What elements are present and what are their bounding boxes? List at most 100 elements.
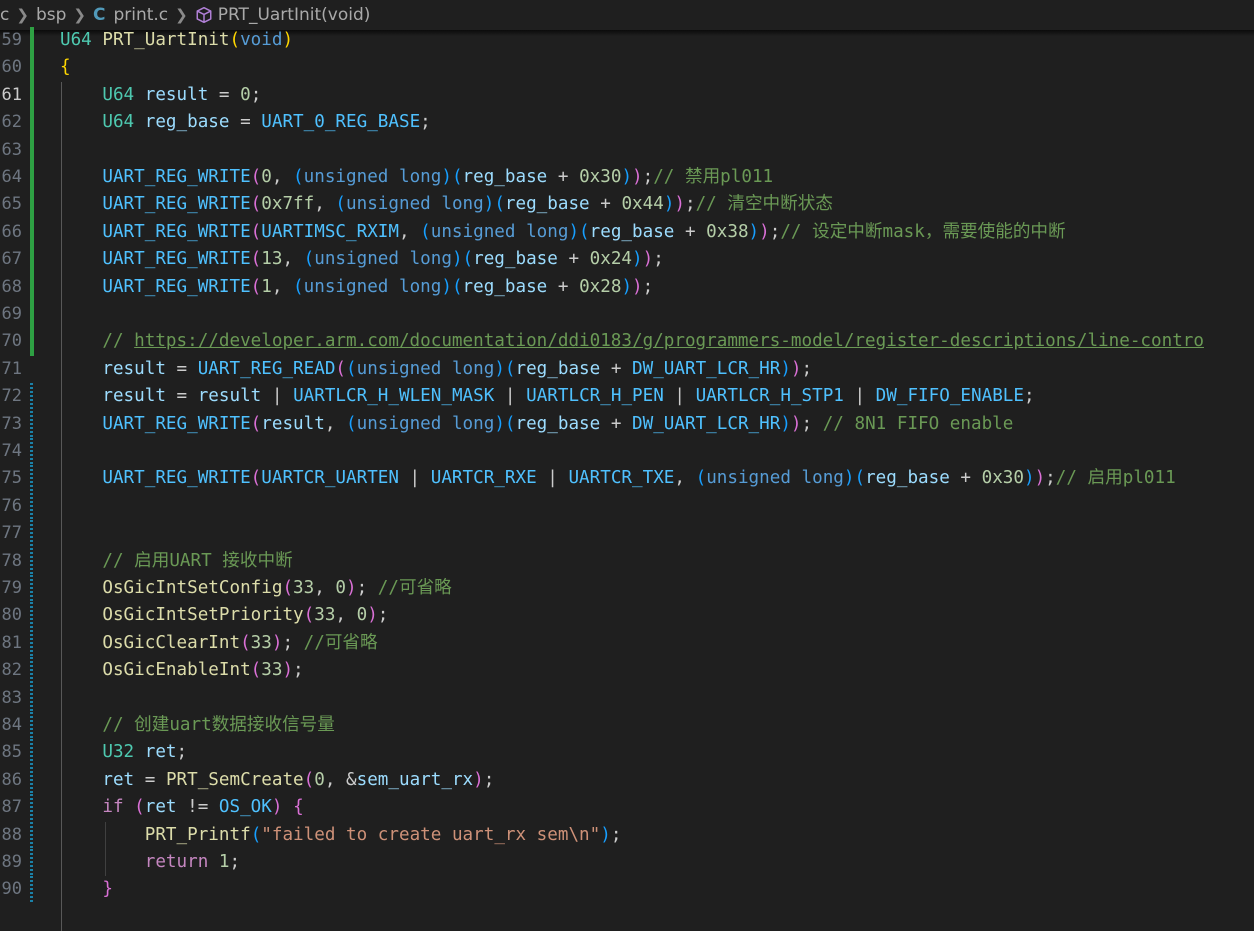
code-text[interactable]: UART_REG_WRITE(13, (unsigned long)(reg_b… (60, 246, 663, 273)
code-line[interactable]: 76 (0, 492, 1254, 521)
code-text[interactable]: // 创建uart数据接收信号量 (60, 712, 335, 739)
gutter-change-marker[interactable] (30, 684, 33, 712)
code-line[interactable]: 65 UART_REG_WRITE(0x7ff, (unsigned long)… (0, 191, 1254, 219)
code-line[interactable]: 88 PRT_Printf("failed to create uart_rx … (0, 821, 1254, 849)
code-text[interactable]: PRT_Printf("failed to create uart_rx sem… (60, 822, 622, 849)
breadcrumb-item-file[interactable]: C print.c (93, 5, 168, 25)
code-text[interactable]: ret = PRT_SemCreate(0, &sem_uart_rx); (60, 767, 494, 794)
gutter-change-marker[interactable] (30, 575, 33, 603)
code-text[interactable]: U64 reg_base = UART_0_REG_BASE; (60, 109, 430, 136)
code-editor[interactable]: 59 U64 PRT_UartInit(void) 60{61 U64 result… (0, 27, 1254, 931)
gutter-change-marker[interactable] (30, 849, 33, 877)
gutter-change-marker[interactable] (30, 876, 33, 904)
code-line[interactable]: 79 OsGicIntSetConfig(33, 0); //可省略 (0, 575, 1254, 603)
code-text[interactable]: if (ret != OS_OK) { (60, 794, 303, 821)
gutter-change-marker[interactable] (30, 547, 33, 575)
code-text[interactable]: OsGicEnableInt(33); (60, 657, 303, 684)
code-line[interactable]: 78 // 启用UART 接收中断 (0, 547, 1254, 575)
gutter-change-marker[interactable] (30, 794, 33, 822)
code-text[interactable]: result = result | UARTLCR_H_WLEN_MASK | … (60, 383, 1034, 410)
code-line[interactable]: 71 result = UART_REG_READ((unsigned long… (0, 356, 1254, 383)
code-line[interactable]: 69 (0, 301, 1254, 329)
gutter-change-marker[interactable] (30, 328, 34, 356)
code-line[interactable]: 80 OsGicIntSetPriority(33, 0); (0, 602, 1254, 630)
gutter-change-marker[interactable] (30, 218, 34, 247)
breadcrumb-item-folder-c[interactable]: c (0, 5, 9, 25)
gutter-change-marker[interactable] (30, 54, 34, 82)
code-line[interactable]: 89 return 1; (0, 849, 1254, 877)
code-text[interactable]: { (60, 54, 71, 81)
gutter-change-marker[interactable] (30, 136, 34, 164)
gutter-change-marker[interactable] (30, 657, 33, 685)
code-line[interactable]: 60 { (0, 54, 1254, 82)
code-line[interactable]: 59 U64 PRT_UartInit(void) (0, 27, 1254, 55)
gutter-change-marker[interactable] (30, 410, 33, 438)
gutter-change-marker[interactable] (30, 629, 33, 658)
code-text[interactable]: UART_REG_WRITE(UARTCR_UARTEN | UARTCR_RX… (60, 465, 1175, 492)
code-line[interactable]: 64 UART_REG_WRITE(0, (unsigned long)(reg… (0, 164, 1254, 192)
code-text[interactable]: U32 ret; (60, 739, 187, 766)
code-text[interactable]: // https://developer.arm.com/documentati… (60, 328, 1204, 355)
gutter-change-marker[interactable] (30, 246, 34, 274)
code-line[interactable]: 62 U64 reg_base = UART_0_REG_BASE; (0, 109, 1254, 137)
code-text[interactable]: U64 result = 0; (60, 82, 261, 109)
code-line[interactable]: 84 // 创建uart数据接收信号量 (0, 712, 1254, 740)
code-line[interactable]: 85 U32 ret; (0, 739, 1254, 767)
code-text[interactable]: UART_REG_WRITE(result, (unsigned long)(r… (60, 411, 1013, 438)
gutter-change-marker[interactable] (30, 81, 34, 110)
code-line[interactable]: 73 UART_REG_WRITE(result, (unsigned long… (0, 410, 1254, 438)
code-line[interactable]: 75 UART_REG_WRITE(UARTCR_UARTEN | UARTCR… (0, 465, 1254, 493)
code-text[interactable]: UART_REG_WRITE(0x7ff, (unsigned long)(re… (60, 191, 833, 218)
code-line[interactable]: 81 OsGicClearInt(33); //可省略 (0, 629, 1254, 658)
gutter-change-marker[interactable] (30, 383, 33, 411)
code-line[interactable]: 61 U64 result = 0; (0, 81, 1254, 110)
gutter-change-marker[interactable] (30, 766, 33, 795)
code-line[interactable]: 74 (0, 438, 1254, 466)
code-text[interactable]: UART_REG_WRITE(1, (unsigned long)(reg_ba… (60, 274, 653, 301)
code-text[interactable]: OsGicIntSetConfig(33, 0); //可省略 (60, 575, 451, 602)
gutter-change-marker[interactable] (30, 27, 34, 55)
breadcrumb-item-folder-bsp[interactable]: bsp (36, 5, 66, 25)
code-line[interactable]: 66 UART_REG_WRITE(UARTIMSC_RXIM, (unsign… (0, 218, 1254, 247)
gutter-change-marker[interactable] (30, 602, 33, 630)
code-token: ) (568, 221, 580, 242)
gutter-change-marker[interactable] (30, 492, 33, 521)
gutter-change-marker[interactable] (30, 465, 33, 493)
code-line[interactable]: 63 (0, 136, 1254, 164)
code-text[interactable]: UART_REG_WRITE(0, (unsigned long)(reg_ba… (60, 164, 773, 191)
code-line[interactable]: 68 UART_REG_WRITE(1, (unsigned long)(reg… (0, 273, 1254, 301)
code-line[interactable]: 83 (0, 684, 1254, 712)
code-line[interactable]: 90 } (0, 876, 1254, 904)
code-line[interactable]: 70 // https://developer.arm.com/document… (0, 328, 1254, 356)
code-line[interactable]: 77 (0, 520, 1254, 548)
breadcrumb-label: PRT_UartInit(void) (217, 5, 371, 25)
gutter-change-marker[interactable] (30, 164, 34, 192)
code-token: ) (494, 358, 505, 379)
code-line[interactable]: 72 result = result | UARTLCR_H_WLEN_MASK… (0, 383, 1254, 411)
code-text[interactable]: // 启用UART 接收中断 (60, 548, 292, 575)
code-line[interactable]: 86 ret = PRT_SemCreate(0, &sem_uart_rx); (0, 766, 1254, 795)
gutter-change-marker[interactable] (30, 301, 34, 329)
gutter-change-marker[interactable] (30, 438, 33, 466)
code-text[interactable]: OsGicIntSetPriority(33, 0); (60, 602, 388, 629)
code-text[interactable]: OsGicClearInt(33); //可省略 (60, 630, 377, 657)
line-number: 59 (1, 30, 22, 50)
code-text[interactable]: UART_REG_WRITE(UARTIMSC_RXIM, (unsigned … (60, 219, 1065, 246)
code-text[interactable]: return 1; (60, 849, 240, 876)
code-line[interactable]: 82 OsGicEnableInt(33); (0, 657, 1254, 685)
gutter-change-marker[interactable] (30, 273, 34, 301)
code-text[interactable]: U64 PRT_UartInit(void) (60, 27, 293, 54)
code-line[interactable]: 87 if (ret != OS_OK) { (0, 794, 1254, 822)
gutter-change-marker[interactable] (30, 191, 34, 219)
code-text[interactable]: result = UART_REG_READ((unsigned long)(r… (60, 356, 812, 383)
gutter-change-marker[interactable] (30, 520, 33, 548)
gutter-change-marker[interactable] (30, 109, 34, 137)
gutter-change-marker[interactable] (30, 821, 33, 849)
code-text[interactable]: } (60, 876, 113, 903)
gutter-change-marker[interactable] (30, 739, 33, 767)
code-line[interactable]: 67 UART_REG_WRITE(13, (unsigned long)(re… (0, 246, 1254, 274)
breadcrumb-item-symbol[interactable]: PRT_UartInit(void) (195, 5, 371, 25)
gutter-change-marker[interactable] (30, 712, 33, 740)
